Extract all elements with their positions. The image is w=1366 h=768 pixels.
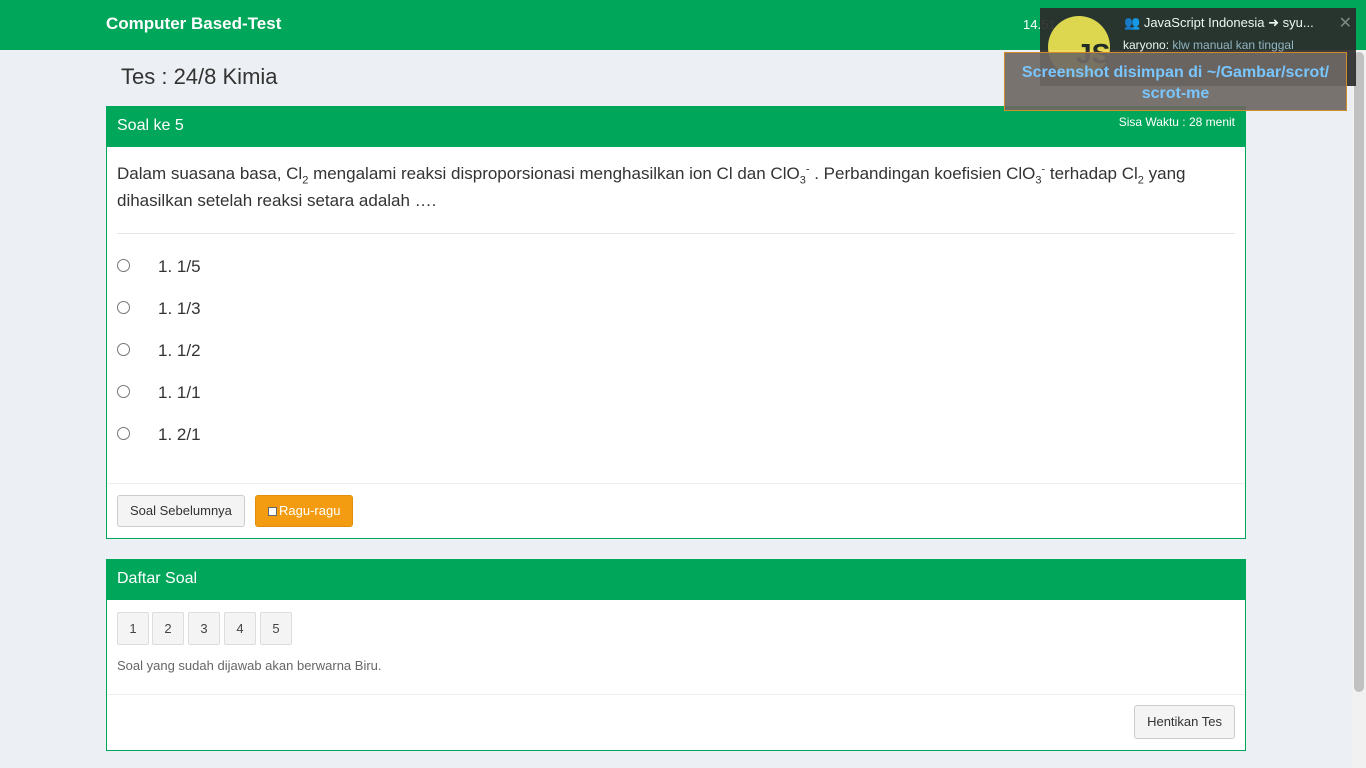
answer-radio[interactable] <box>117 342 130 356</box>
notification-title-text: JavaScript Indonesia ➜ syu... <box>1143 15 1314 30</box>
previous-question-button[interactable]: Soal Sebelumnya <box>117 495 245 527</box>
answer-option[interactable]: 1. 1/3 <box>117 297 201 321</box>
answer-option[interactable]: 1. 1/2 <box>117 339 201 363</box>
screenshot-toast: Screenshot disimpan di ~/Gambar/scrot/ s… <box>1004 52 1347 111</box>
question-divider <box>117 233 1235 234</box>
notification-title: 👥 JavaScript Indonesia ➜ syu... <box>1124 15 1314 31</box>
question-number-button[interactable]: 1 <box>117 612 149 645</box>
doubt-label: Ragu-ragu <box>279 503 341 518</box>
answer-radio[interactable] <box>117 300 130 314</box>
toast-line-1: Screenshot disimpan di ~/Gambar/scrot/ <box>1021 64 1330 81</box>
answer-label[interactable]: 1. 2/1 <box>158 425 201 445</box>
answer-label[interactable]: 1. 1/5 <box>158 257 201 277</box>
page-scrollbar[interactable] <box>1352 50 1366 768</box>
answer-option[interactable]: 1. 1/1 <box>117 381 201 405</box>
answer-label[interactable]: 1. 1/1 <box>158 383 201 403</box>
question-number-button[interactable]: 5 <box>260 612 292 645</box>
app-brand[interactable]: Computer Based-Test <box>106 14 281 34</box>
question-number-title: Soal ke 5 <box>117 117 184 134</box>
answer-radio[interactable] <box>117 384 130 398</box>
answer-radio[interactable] <box>117 426 130 440</box>
notification-sender: karyono: <box>1123 38 1170 52</box>
page-title: Tes : 24/8 Kimia <box>121 64 278 89</box>
doubt-button[interactable]: Ragu-ragu <box>255 495 354 527</box>
question-panel-footer: Soal Sebelumnya Ragu-ragu <box>107 483 1245 538</box>
question-list-panel: Daftar Soal 1 2 3 4 5 Soal yang sudah di… <box>106 559 1246 751</box>
question-number-button[interactable]: 2 <box>152 612 184 645</box>
question-list-title: Daftar Soal <box>117 570 198 587</box>
scrollbar-thumb[interactable] <box>1354 52 1364 692</box>
answer-option[interactable]: 1. 1/5 <box>117 255 201 279</box>
answered-hint: Soal yang sudah dijawab akan berwarna Bi… <box>117 658 382 673</box>
notification-message: klw manual kan tinggal <box>1172 38 1294 52</box>
answer-option[interactable]: 1. 2/1 <box>117 423 201 447</box>
remaining-time: Sisa Waktu : 28 menit <box>1118 115 1235 129</box>
toast-line-2: scrot-me <box>1141 85 1210 102</box>
question-text: Dalam suasana basa, Cl2 mengalami reaksi… <box>117 163 1186 210</box>
previous-question-label: Soal Sebelumnya <box>130 503 232 518</box>
question-number-button[interactable]: 3 <box>188 612 220 645</box>
stop-test-button[interactable]: Hentikan Tes <box>1134 705 1235 739</box>
answer-radio[interactable] <box>117 258 130 272</box>
question-panel: Soal ke 5 Sisa Waktu : 28 menit Dalam su… <box>106 106 1246 539</box>
question-number-button[interactable]: 4 <box>224 612 256 645</box>
question-list-footer: Hentikan Tes <box>107 694 1245 750</box>
question-list-heading: Daftar Soal <box>107 560 1245 600</box>
close-icon[interactable]: ✕ <box>1339 13 1352 33</box>
doubt-checkbox[interactable] <box>268 507 277 516</box>
group-icon: 👥 <box>1124 15 1141 30</box>
question-panel-heading: Soal ke 5 Sisa Waktu : 28 menit <box>107 107 1245 147</box>
notification-body: karyono: klw manual kan tinggal <box>1123 38 1294 52</box>
answer-label[interactable]: 1. 1/2 <box>158 341 201 361</box>
answer-label[interactable]: 1. 1/3 <box>158 299 201 319</box>
